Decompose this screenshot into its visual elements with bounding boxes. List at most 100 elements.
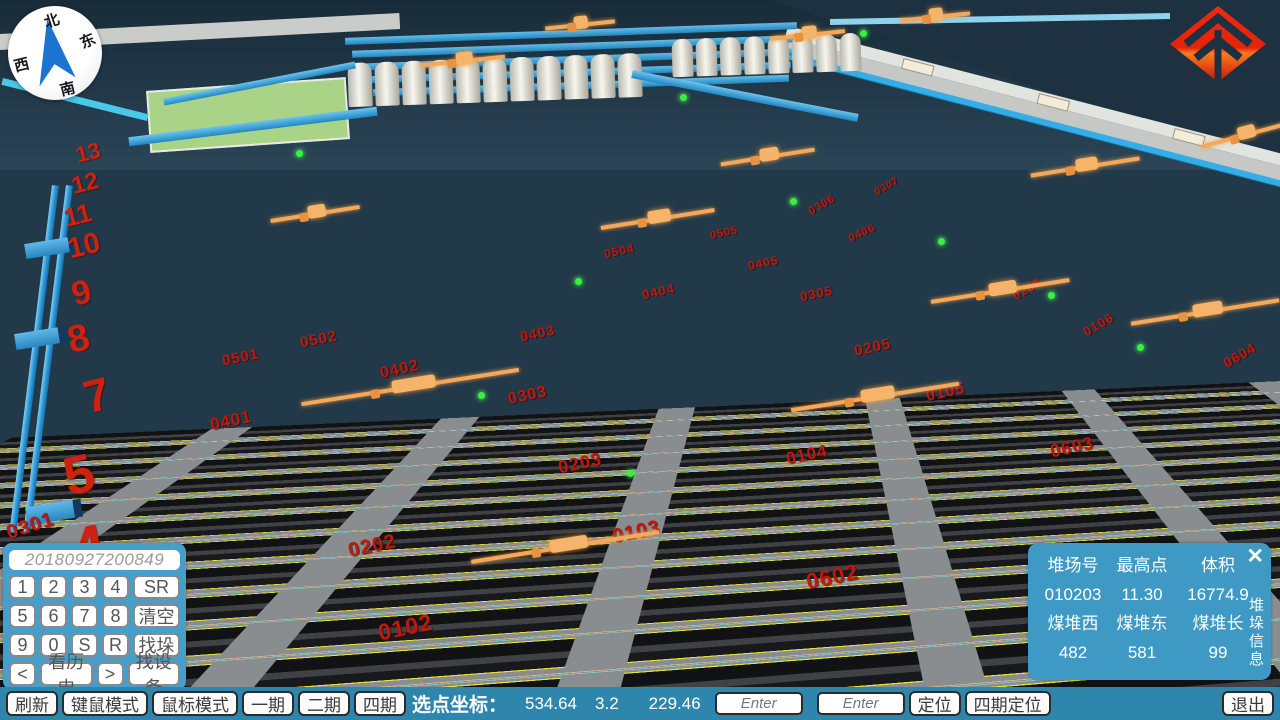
pile-id-label[interactable]: 0303 [507, 384, 549, 408]
phase2-button[interactable]: 二期 [298, 691, 350, 716]
status-dot [296, 150, 303, 157]
pile-info-header: 堆场号 [1040, 556, 1106, 576]
silo [743, 36, 765, 75]
machine-body [647, 208, 672, 224]
pile-id-label[interactable]: 0305 [799, 284, 834, 304]
phase1-button[interactable]: 一期 [242, 691, 294, 716]
stacker-reclaimer-machine[interactable] [599, 201, 715, 235]
coord-x-value: 534.64 [525, 694, 577, 714]
coord-y-value: 3.2 [595, 694, 619, 714]
status-dot [1048, 292, 1055, 299]
machine-cab [637, 218, 647, 228]
key-5[interactable]: 5 [9, 604, 36, 628]
machine-body [455, 51, 473, 66]
key-2[interactable]: 2 [40, 575, 67, 599]
machine-body [1236, 123, 1257, 140]
keypad-panel: 20180927200849 1 2 3 4 SR 5 6 7 8 清空 9 0… [3, 543, 186, 690]
machine-body [1192, 300, 1224, 318]
pile-info-header: 煤堆东 [1106, 614, 1178, 634]
key-8[interactable]: 8 [102, 604, 129, 628]
key-6[interactable]: 6 [40, 604, 67, 628]
phase4-button[interactable]: 四期 [354, 691, 406, 716]
row-number-label: 10 [65, 229, 103, 265]
machine-cab [1178, 312, 1188, 322]
key-9[interactable]: 9 [9, 633, 36, 657]
silo [719, 37, 741, 76]
pile-id-label[interactable]: 0205 [853, 336, 893, 358]
pile-id-label[interactable]: 0502 [299, 328, 339, 350]
key-3[interactable]: 3 [71, 575, 98, 599]
key-7[interactable]: 7 [71, 604, 98, 628]
locate-button[interactable]: 定位 [909, 691, 961, 716]
machine-cab [531, 548, 541, 558]
coal-yard-monitoring-app: 1312111098754 03010102020206020103020301… [0, 0, 1280, 720]
machine-body [307, 203, 327, 219]
key-sr[interactable]: SR [133, 575, 180, 599]
pile-id-label[interactable]: 0406 [847, 222, 877, 244]
key-r[interactable]: R [102, 633, 129, 657]
silo [839, 33, 861, 72]
stacker-reclaimer-machine[interactable] [930, 271, 1071, 309]
keypad-row: < 看历史 > 找设备 [9, 662, 180, 686]
machine-cab [567, 22, 577, 32]
pipe-carriage [14, 326, 68, 350]
row-number-label: 12 [69, 169, 101, 199]
pile-id-label[interactable]: 0306 [807, 194, 837, 218]
machine-cab [1065, 166, 1075, 176]
status-dot [627, 470, 634, 477]
mouse-mode-button[interactable]: 鼠标模式 [152, 691, 238, 716]
silo [536, 56, 562, 101]
machine-body [988, 279, 1018, 296]
bottom-toolbar: 刷新 键鼠模式 鼠标模式 一期 二期 四期 选点坐标： 534.64 3.2 2… [0, 687, 1280, 720]
pile-id-label[interactable]: 0307 [873, 176, 901, 198]
history-prev-button[interactable]: < [9, 662, 36, 686]
row-number-label: 7 [79, 370, 115, 421]
machine-body [860, 385, 896, 403]
pile-id-label[interactable]: 0106 [1081, 311, 1116, 339]
silo [563, 55, 589, 100]
key-4[interactable]: 4 [102, 575, 129, 599]
stacker-reclaimer-machine[interactable] [269, 198, 360, 228]
exit-button[interactable]: 退出 [1222, 691, 1274, 716]
compass[interactable]: 北 东 西 南 [8, 6, 102, 100]
pile-id-label[interactable]: 0405 [747, 254, 780, 272]
silo [695, 38, 717, 77]
pile-id-label[interactable]: 0604 [1221, 340, 1258, 370]
row-number-label: 9 [68, 274, 95, 312]
machine-cab [1229, 134, 1240, 145]
coord-input-2[interactable] [817, 692, 905, 715]
status-dot [478, 392, 485, 399]
phase4-locate-button[interactable]: 四期定位 [965, 691, 1051, 716]
pile-info-grid: 堆场号 最高点 体积 010203 11.30 16774.9 煤堆西 煤堆东 … [1040, 556, 1240, 663]
stacker-reclaimer-machine[interactable] [1130, 291, 1280, 330]
find-device-button[interactable]: 找设备 [128, 662, 181, 686]
status-dot [938, 238, 945, 245]
silo [509, 57, 535, 102]
pile-info-header: 最高点 [1106, 556, 1178, 576]
history-next-button[interactable]: > [97, 662, 124, 686]
keymouse-mode-button[interactable]: 键鼠模式 [62, 691, 148, 716]
pile-id-label[interactable]: 0404 [641, 282, 676, 302]
pile-id-label[interactable]: 0501 [221, 346, 261, 368]
machine-body [1075, 156, 1099, 172]
pile-info-header: 煤堆西 [1040, 614, 1106, 634]
refresh-button[interactable]: 刷新 [6, 691, 58, 716]
row-number-label: 11 [61, 199, 94, 231]
clear-button[interactable]: 清空 [133, 604, 180, 628]
keypad-display[interactable]: 20180927200849 [9, 550, 180, 570]
coord-input-1[interactable] [715, 692, 803, 715]
status-dot [680, 94, 687, 101]
machine-cab [975, 291, 985, 301]
pile-id-label[interactable]: 0504 [603, 242, 636, 260]
selected-point-label: 选点坐标： [412, 690, 507, 717]
machine-cab [447, 59, 457, 69]
pile-id-label[interactable]: 0403 [519, 322, 556, 343]
key-1[interactable]: 1 [9, 575, 36, 599]
silo-cluster-right [671, 33, 861, 78]
pile-info-value: 11.30 [1106, 585, 1178, 605]
status-dot [790, 198, 797, 205]
machine-cab [794, 32, 804, 42]
pile-id-label[interactable]: 0505 [709, 225, 739, 242]
view-history-button[interactable]: 看历史 [40, 662, 93, 686]
status-dot [860, 30, 867, 37]
